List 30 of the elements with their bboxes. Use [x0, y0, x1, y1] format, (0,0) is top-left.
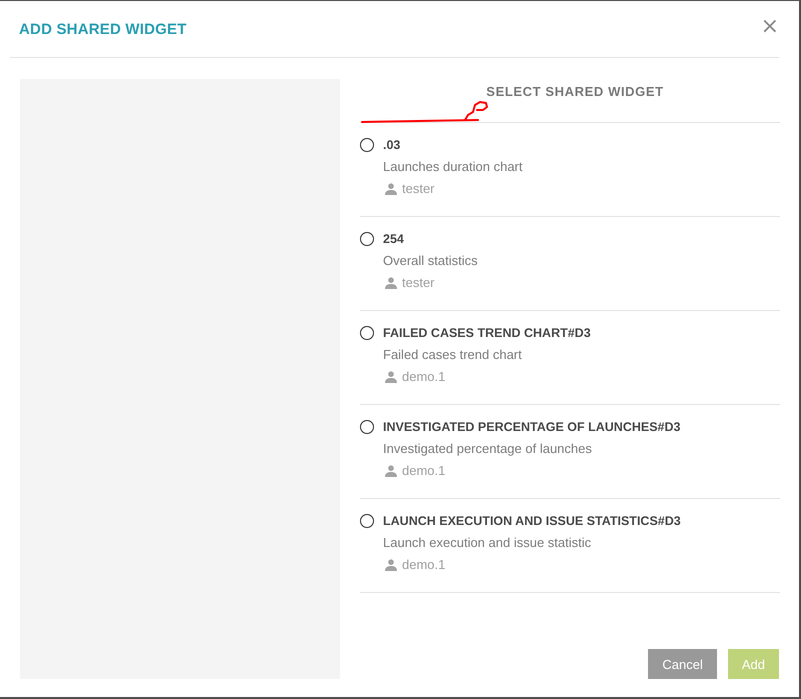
widget-name: 254: [383, 231, 405, 248]
add-button[interactable]: Add: [728, 649, 779, 679]
person-icon: [385, 371, 397, 383]
widget-description: Failed cases trend chart: [383, 346, 523, 364]
radio-button[interactable]: [360, 420, 374, 434]
person-icon: [385, 277, 397, 289]
person-icon: [385, 465, 397, 477]
owner-name: demo.1: [402, 368, 446, 386]
widget-name: LAUNCH EXECUTION AND ISSUE STATISTICS#D3: [383, 513, 681, 530]
owner-name: demo.1: [402, 462, 446, 480]
owner-name: demo.1: [402, 556, 446, 574]
radio-button[interactable]: [360, 326, 374, 340]
person-icon: [385, 559, 397, 571]
radio-button[interactable]: [360, 514, 374, 528]
widget-name: INVESTIGATED PERCENTAGE OF LAUNCHES#D3: [383, 419, 680, 436]
owner-name: tester: [402, 180, 435, 198]
widget-description: Investigated percentage of launches: [383, 440, 593, 458]
close-button[interactable]: ×: [760, 16, 779, 38]
widget-description: Overall statistics: [383, 252, 478, 270]
dialog-title: ADD SHARED WIDGET: [19, 20, 187, 38]
widget-description: Launches duration chart: [383, 158, 522, 176]
cancel-button[interactable]: Cancel: [648, 649, 717, 679]
widget-description: Launch execution and issue statistic: [383, 534, 592, 552]
widget-name: FAILED CASES TREND CHART#D3: [383, 325, 591, 342]
owner-name: tester: [402, 274, 435, 292]
radio-button[interactable]: [360, 138, 374, 152]
person-icon: [385, 183, 397, 195]
list-heading: SELECT SHARED WIDGET: [486, 83, 664, 101]
radio-button[interactable]: [360, 232, 374, 246]
widget-name: .03: [383, 137, 402, 154]
